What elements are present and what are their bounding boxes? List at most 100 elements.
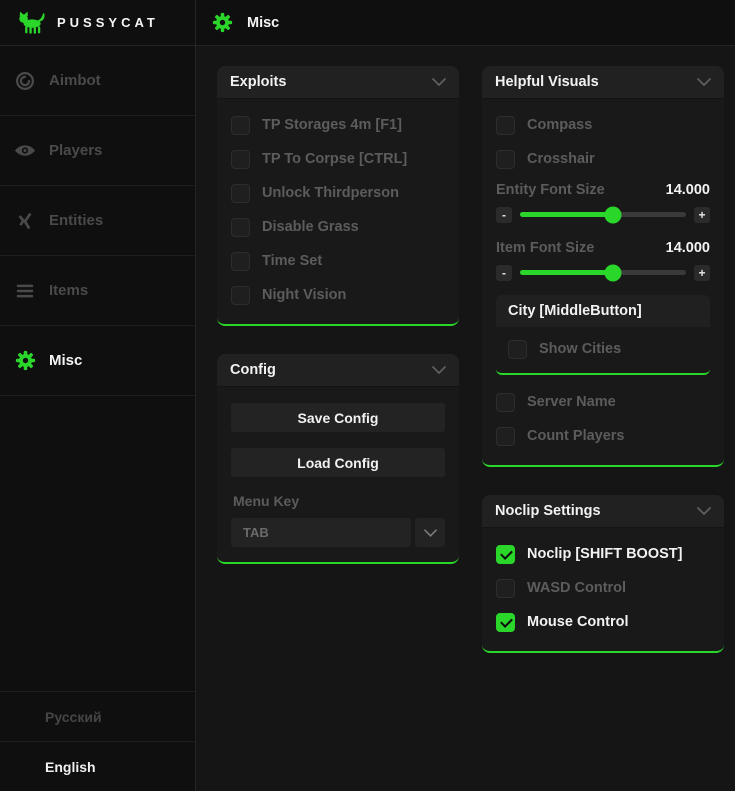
slider-track[interactable] (520, 270, 686, 275)
slider-fill (520, 270, 613, 275)
menu-key-value[interactable]: TAB (231, 518, 411, 547)
checkbox[interactable] (231, 218, 250, 237)
sidebar-nav: Aimbot Players (0, 46, 195, 396)
checkbox-row-night-vision[interactable]: Night Vision (231, 278, 445, 312)
main-area: Misc Exploits TP Storages 4m [F1] (196, 0, 735, 791)
checkbox-row-noclip[interactable]: Noclip [SHIFT BOOST] (496, 537, 710, 571)
content: Exploits TP Storages 4m [F1] TP To Corps (196, 46, 735, 791)
panel-title: Noclip Settings (495, 503, 601, 519)
panel-helpful-visuals-header[interactable]: Helpful Visuals (482, 66, 724, 99)
right-column: Helpful Visuals Compass Crosshair (482, 66, 724, 681)
increment-button[interactable]: + (694, 207, 710, 223)
city-subpanel: City [MiddleButton] Show Cities (496, 295, 710, 375)
checkbox-label: Mouse Control (527, 614, 629, 630)
gear-icon (212, 12, 233, 33)
increment-button[interactable]: + (694, 265, 710, 281)
checkbox-row-tp-storages[interactable]: TP Storages 4m [F1] (231, 108, 445, 142)
panel-title: Config (230, 362, 276, 378)
checkbox[interactable] (231, 116, 250, 135)
checkbox-row-disable-grass[interactable]: Disable Grass (231, 210, 445, 244)
page-title: Misc (247, 15, 279, 31)
sidebar-item-aimbot[interactable]: Aimbot (0, 46, 195, 116)
checkbox[interactable] (496, 150, 515, 169)
load-config-button[interactable]: Load Config (231, 448, 445, 477)
checkbox-row-tp-corpse[interactable]: TP To Corpse [CTRL] (231, 142, 445, 176)
checkbox-label: Time Set (262, 253, 322, 269)
slider-fill (520, 212, 613, 217)
checkbox-row-wasd-control[interactable]: WASD Control (496, 571, 710, 605)
panel-config-header[interactable]: Config (217, 354, 459, 387)
panel-exploits-header[interactable]: Exploits (217, 66, 459, 99)
checkbox-label: WASD Control (527, 580, 626, 596)
decrement-button[interactable]: - (496, 207, 512, 223)
checkbox[interactable] (496, 393, 515, 412)
checkbox[interactable] (231, 184, 250, 203)
checkbox-row-mouse-control[interactable]: Mouse Control (496, 605, 710, 639)
slider-track[interactable] (520, 212, 686, 217)
checkbox-label: Compass (527, 117, 592, 133)
city-subpanel-header[interactable]: City [MiddleButton] (496, 295, 710, 327)
checkbox-row-show-cities[interactable]: Show Cities (508, 332, 698, 366)
checkbox-label: Night Vision (262, 287, 346, 303)
entity-font-size-slider-group: Entity Font Size 14.000 - + (496, 179, 710, 228)
checkbox-row-count-players[interactable]: Count Players (496, 419, 710, 453)
language-item-english[interactable]: English (0, 741, 195, 791)
checkbox-row-unlock-thirdperson[interactable]: Unlock Thirdperson (231, 176, 445, 210)
checkbox-label: Count Players (527, 428, 625, 444)
checkbox[interactable] (496, 579, 515, 598)
slider-thumb[interactable] (604, 264, 621, 281)
panel-config: Config Save Config Load Config Menu Key … (217, 354, 459, 564)
panel-title: Helpful Visuals (495, 74, 599, 90)
panel-title: Exploits (230, 74, 286, 90)
panel-noclip-header[interactable]: Noclip Settings (482, 495, 724, 528)
item-font-size-slider-group: Item Font Size 14.000 - + (496, 237, 710, 286)
sidebar-item-players[interactable]: Players (0, 116, 195, 186)
checkbox[interactable] (496, 613, 515, 632)
chevron-down-icon (432, 366, 446, 374)
checkbox-label: Disable Grass (262, 219, 359, 235)
language-item-russian[interactable]: Русский (0, 691, 195, 741)
language-switcher: Русский English (0, 691, 195, 791)
topbar: Misc (196, 0, 735, 46)
checkbox[interactable] (231, 252, 250, 271)
cat-icon (17, 10, 48, 35)
checkbox-row-compass[interactable]: Compass (496, 108, 710, 142)
checkbox[interactable] (496, 116, 515, 135)
checkbox[interactable] (496, 427, 515, 446)
sidebar-item-misc[interactable]: Misc (0, 326, 195, 396)
panel-noclip-settings: Noclip Settings Noclip [SHIFT BOOST] WAS (482, 495, 724, 653)
menu-key-dropdown-button[interactable] (415, 518, 445, 547)
panel-exploits-body: TP Storages 4m [F1] TP To Corpse [CTRL] … (217, 99, 459, 324)
menu-key-select: TAB (231, 518, 445, 547)
checkbox-row-time-set[interactable]: Time Set (231, 244, 445, 278)
chevron-down-icon (697, 507, 711, 515)
slider-value: 14.000 (666, 182, 710, 198)
checkbox-label: Noclip [SHIFT BOOST] (527, 546, 682, 562)
panel-helpful-visuals-body: Compass Crosshair Entity Font Size 14.00… (482, 99, 724, 465)
chevron-down-icon (424, 529, 437, 537)
sidebar-item-entities[interactable]: Entities (0, 186, 195, 256)
menu-key-label: Menu Key (233, 493, 445, 509)
sidebar-item-label: Items (49, 282, 88, 299)
slider-thumb[interactable] (604, 206, 621, 223)
sidebar-item-items[interactable]: Items (0, 256, 195, 326)
save-config-button[interactable]: Save Config (231, 403, 445, 432)
slider-value: 14.000 (666, 240, 710, 256)
panel-exploits: Exploits TP Storages 4m [F1] TP To Corps (217, 66, 459, 326)
sidebar: PUSSYCAT Aimbot (0, 0, 196, 791)
panel-noclip-body: Noclip [SHIFT BOOST] WASD Control Mouse … (482, 528, 724, 651)
checkbox[interactable] (231, 150, 250, 169)
panel-helpful-visuals: Helpful Visuals Compass Crosshair (482, 66, 724, 467)
checkbox-row-server-name[interactable]: Server Name (496, 385, 710, 419)
checkbox[interactable] (496, 545, 515, 564)
checkbox-row-crosshair[interactable]: Crosshair (496, 142, 710, 176)
checkbox[interactable] (231, 286, 250, 305)
sidebar-item-label: Entities (49, 212, 103, 229)
left-column: Exploits TP Storages 4m [F1] TP To Corps (217, 66, 459, 592)
slider-label: Item Font Size (496, 240, 594, 256)
checkbox[interactable] (508, 340, 527, 359)
brand-name: PUSSYCAT (57, 15, 159, 30)
decrement-button[interactable]: - (496, 265, 512, 281)
list-icon (14, 280, 36, 302)
sidebar-item-label: Misc (49, 352, 82, 369)
